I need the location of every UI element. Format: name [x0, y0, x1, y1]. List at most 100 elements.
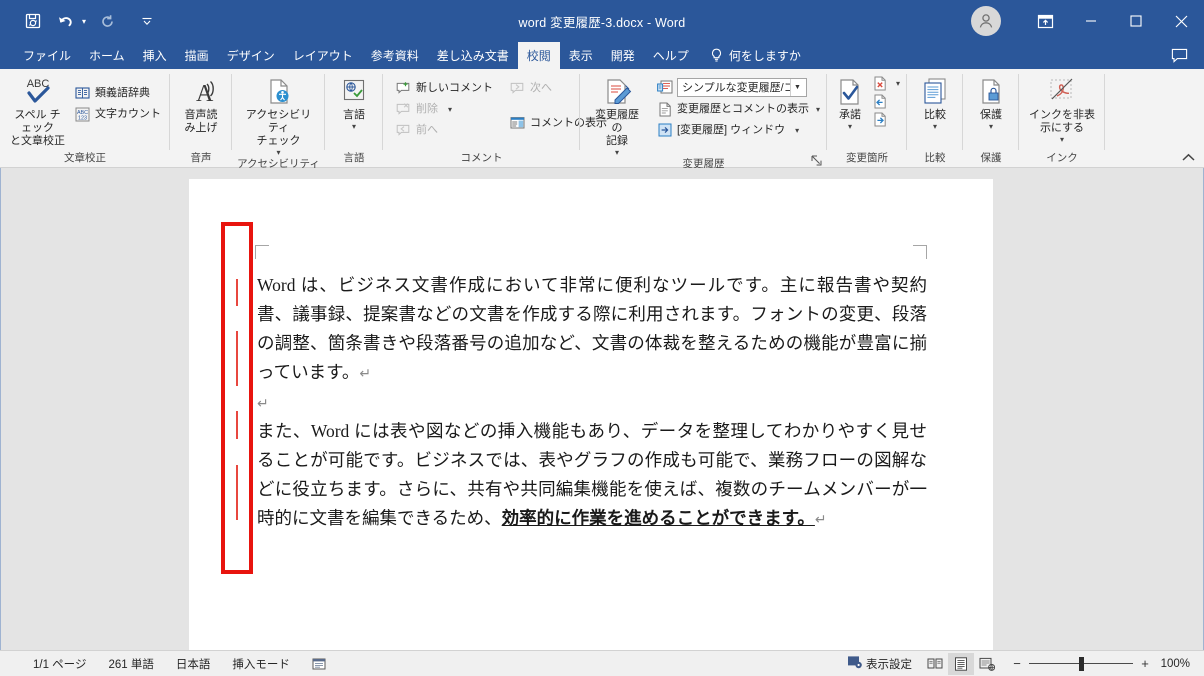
ribbon-group-tracking: 変更履歴の 記録 ▾ シンプルな変更履歴/コ… ▼ — [580, 69, 827, 170]
word-count-label: 文字カウント — [95, 108, 161, 120]
zoom-slider-thumb[interactable] — [1079, 656, 1084, 671]
accept-label: 承諾 — [839, 109, 861, 121]
tracking-dialog-launcher[interactable] — [810, 154, 823, 167]
redo-icon[interactable] — [92, 7, 122, 35]
view-read-mode-button[interactable] — [922, 653, 948, 675]
reviewing-pane-icon — [656, 122, 673, 138]
read-aloud-button[interactable]: A 音声読 み上げ — [175, 73, 227, 135]
chevron-down-icon[interactable]: ▾ — [795, 126, 799, 135]
status-word-count[interactable]: 261 単語 — [97, 653, 164, 675]
ribbon-group-comments: 新しいコメント 削除 ▾ 前へ 次へ コメントの表示 コメント — [383, 69, 607, 168]
document-page[interactable]: Word は、ビジネス文書作成において非常に便利なツールです。主に報告書や契約書… — [189, 179, 993, 650]
previous-change-button[interactable] — [869, 93, 902, 109]
quick-access-toolbar: ▾ — [0, 7, 162, 35]
check-accessibility-button[interactable]: アクセシビリティ チェック ▾ — [237, 73, 321, 157]
chevron-down-icon[interactable]: ▾ — [1060, 135, 1064, 144]
paragraph-mark: ↵ — [814, 511, 827, 527]
tab-developer[interactable]: 開発 — [602, 42, 644, 69]
view-web-layout-button[interactable] — [974, 653, 1000, 675]
status-insert-mode[interactable]: 挿入モード — [221, 653, 301, 675]
minimize-icon[interactable] — [1068, 0, 1113, 42]
customize-quick-access-icon[interactable] — [132, 7, 162, 35]
chevron-down-icon[interactable]: ▼ — [790, 79, 804, 96]
chevron-down-icon[interactable]: ▾ — [615, 148, 619, 157]
group-label-ink: インク — [1046, 152, 1078, 164]
chevron-down-icon[interactable]: ▾ — [816, 105, 820, 114]
show-markup-label: 変更履歴とコメントの表示 — [677, 103, 809, 115]
tab-layout[interactable]: レイアウト — [284, 42, 362, 69]
track-changes-status-icon[interactable] — [301, 653, 338, 675]
tell-me-box[interactable]: 何をしますか — [710, 42, 801, 69]
paragraph-1[interactable]: Word は、ビジネス文書作成において非常に便利なツールです。主に報告書や契約書… — [257, 271, 927, 388]
next-change-button[interactable] — [869, 111, 902, 127]
reviewing-pane-button[interactable]: [変更履歴] ウィンドウ ▾ — [652, 120, 824, 140]
thesaurus-button[interactable]: 類義語辞典 — [70, 83, 165, 103]
chevron-down-icon[interactable]: ▾ — [896, 79, 900, 88]
undo-dropdown-icon[interactable]: ▾ — [78, 17, 90, 26]
zoom-level-label[interactable]: 100% — [1158, 658, 1196, 670]
view-settings-label: 表示設定 — [866, 658, 912, 671]
zoom-control[interactable]: − + — [1000, 656, 1158, 671]
tab-design[interactable]: デザイン — [218, 42, 284, 69]
new-comment-label: 新しいコメント — [416, 82, 493, 94]
tab-references[interactable]: 参考資料 — [362, 42, 428, 69]
maximize-icon[interactable] — [1113, 0, 1158, 42]
hide-ink-button[interactable]: インクを非表 示にする ▾ — [1023, 73, 1101, 144]
reject-icon — [871, 75, 888, 91]
display-for-review-dropdown[interactable]: シンプルな変更履歴/コ… ▼ — [677, 78, 807, 97]
close-icon[interactable] — [1158, 0, 1204, 42]
status-language[interactable]: 日本語 — [165, 653, 222, 675]
protect-button[interactable]: 保護 ▾ — [968, 73, 1014, 131]
previous-comment-button[interactable]: 前へ — [391, 120, 497, 140]
paragraph-empty[interactable]: ↵ — [257, 388, 927, 417]
margin-corner-top-right — [913, 245, 927, 259]
account-avatar[interactable] — [971, 6, 1001, 36]
undo-icon[interactable] — [50, 7, 80, 35]
margin-corner-top-left — [255, 245, 269, 259]
tab-mailings[interactable]: 差し込み文書 — [428, 42, 518, 69]
delete-comment-button[interactable]: 削除 ▾ — [391, 99, 497, 119]
chevron-down-icon[interactable]: ▾ — [448, 105, 452, 114]
compare-button[interactable]: 比較 ▾ — [912, 73, 958, 131]
accept-button[interactable]: 承諾 ▾ — [831, 73, 869, 131]
next-comment-label: 次へ — [530, 82, 552, 94]
language-icon — [338, 75, 370, 109]
comments-pane-icon[interactable] — [1171, 42, 1188, 69]
zoom-slider[interactable] — [1029, 656, 1133, 671]
collapse-ribbon-icon[interactable] — [1180, 149, 1196, 165]
ribbon-display-options-icon[interactable] — [1023, 0, 1068, 42]
tab-help[interactable]: ヘルプ — [644, 42, 698, 69]
view-print-layout-button[interactable] — [948, 652, 974, 675]
spelling-and-grammar-button[interactable]: ABC スペル チェック と文章校正 — [5, 73, 70, 148]
word-count-button[interactable]: ABC 123 文字カウント — [70, 104, 165, 124]
chevron-down-icon[interactable]: ▾ — [989, 122, 993, 131]
reject-button[interactable]: ▾ — [869, 75, 902, 91]
group-label-protect: 保護 — [980, 152, 1002, 164]
document-canvas[interactable]: Word は、ビジネス文書作成において非常に便利なツールです。主に報告書や契約書… — [0, 168, 1204, 650]
chevron-down-icon[interactable]: ▾ — [933, 122, 937, 131]
chevron-down-icon[interactable]: ▾ — [352, 122, 356, 131]
tab-home[interactable]: ホーム — [80, 42, 134, 69]
tab-review[interactable]: 校閲 — [517, 42, 560, 69]
tab-insert[interactable]: 挿入 — [134, 42, 176, 69]
new-comment-button[interactable]: 新しいコメント — [391, 78, 497, 98]
zoom-out-button[interactable]: − — [1012, 656, 1022, 671]
show-markup-button[interactable]: 変更履歴とコメントの表示 ▾ — [652, 99, 824, 119]
status-page[interactable]: 1/1 ページ — [22, 653, 97, 675]
chevron-down-icon[interactable]: ▾ — [848, 122, 852, 131]
zoom-in-button[interactable]: + — [1140, 656, 1150, 671]
paragraph-2[interactable]: また、Word には表や図などの挿入機能もあり、データを整理してわかりやすく見せ… — [257, 417, 927, 534]
protect-label: 保護 — [980, 109, 1002, 121]
tab-view[interactable]: 表示 — [560, 42, 602, 69]
tab-draw[interactable]: 描画 — [176, 42, 218, 69]
tell-me-label: 何をしますか — [728, 49, 801, 63]
document-text[interactable]: Word は、ビジネス文書作成において非常に便利なツールです。主に報告書や契約書… — [257, 271, 927, 534]
track-changes-label: 変更履歴の 記録 — [595, 109, 639, 147]
chevron-down-icon[interactable]: ▾ — [276, 148, 280, 157]
language-button[interactable]: 言語 ▾ — [330, 73, 378, 131]
view-settings-button[interactable]: 表示設定 — [843, 655, 922, 672]
save-icon[interactable] — [18, 7, 48, 35]
track-changes-button[interactable]: 変更履歴の 記録 ▾ — [586, 73, 648, 157]
tab-file[interactable]: ファイル — [14, 42, 80, 69]
previous-comment-icon — [395, 122, 412, 138]
